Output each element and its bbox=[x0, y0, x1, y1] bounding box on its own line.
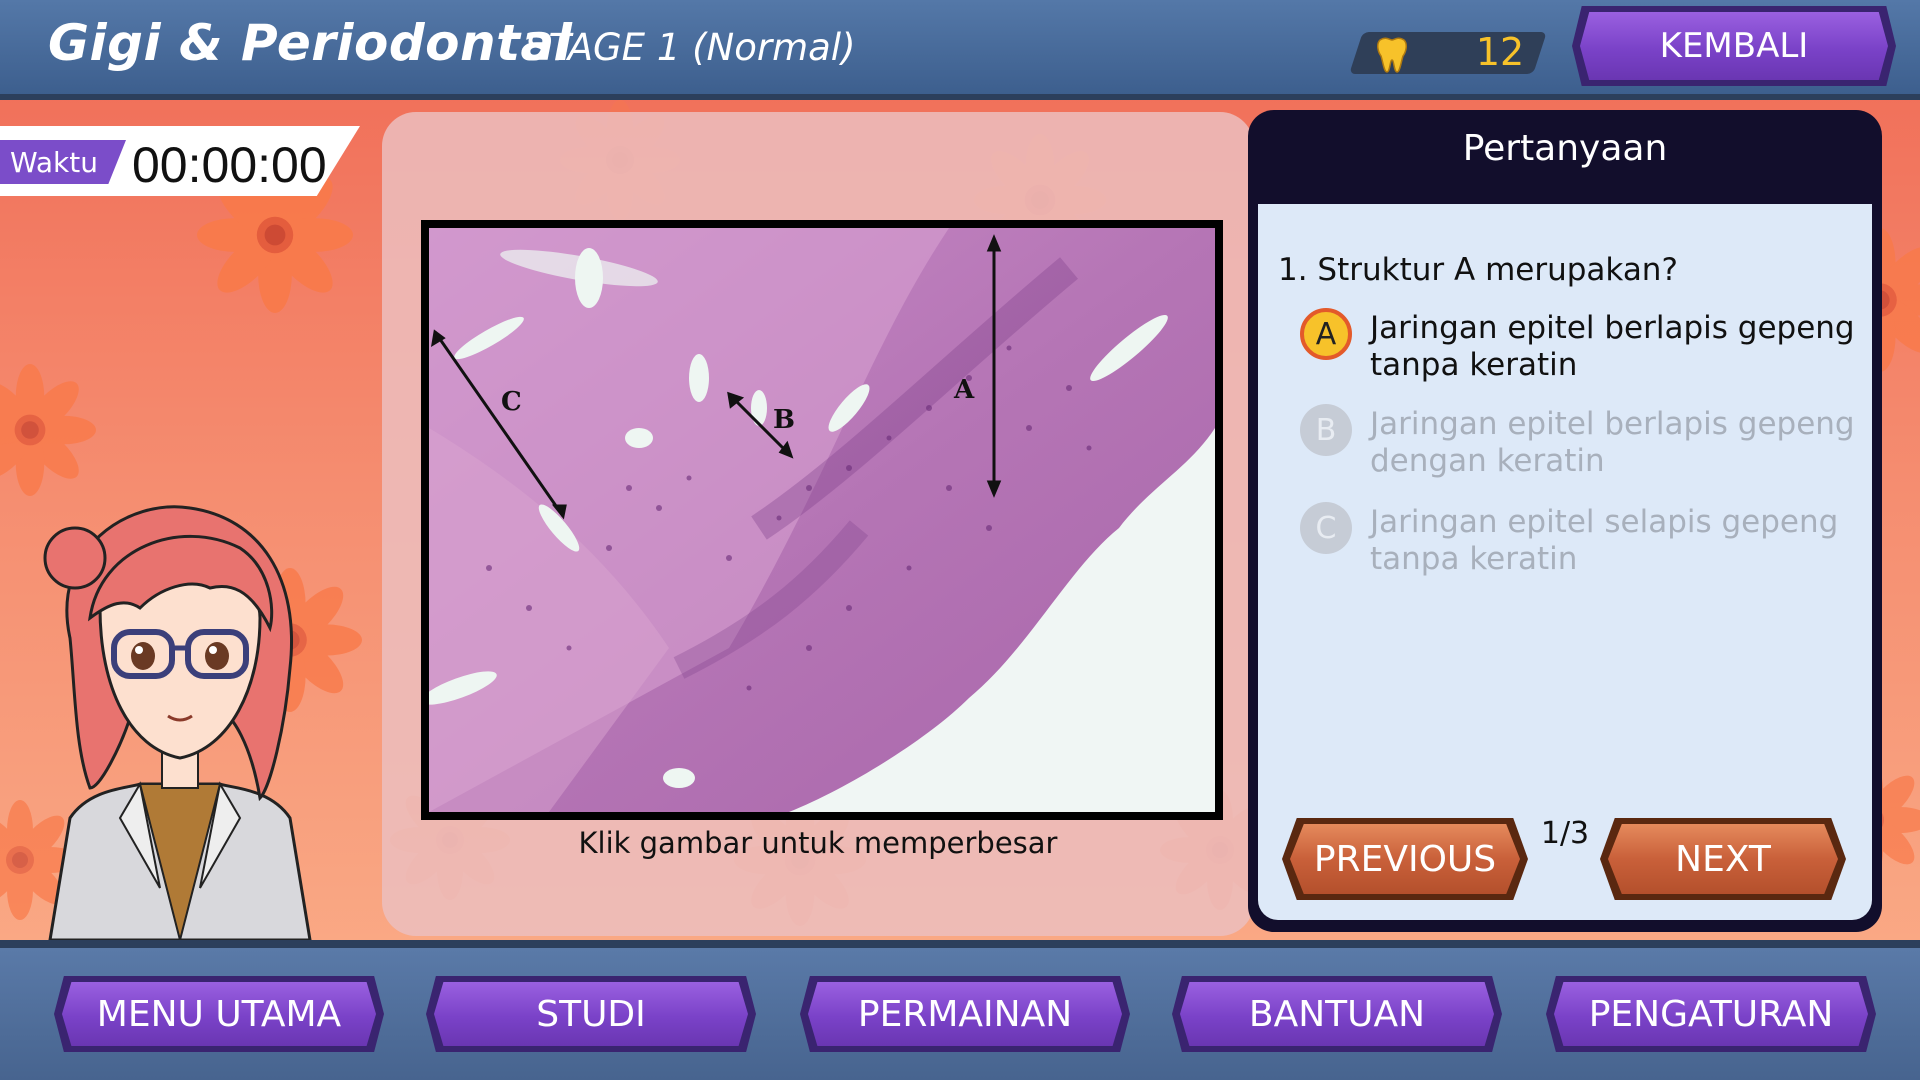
image-caption: Klik gambar untuk memperbesar bbox=[578, 826, 1058, 860]
question-text: 1. Struktur A merupakan? bbox=[1278, 252, 1678, 288]
nav-bantuan-button[interactable]: BANTUAN bbox=[1180, 982, 1494, 1046]
tooth-icon bbox=[1377, 37, 1407, 73]
option-b-text: Jaringan epitel berlapis gepeng dengan k… bbox=[1370, 406, 1855, 479]
label-a: A bbox=[953, 375, 975, 405]
nav-studi-button[interactable]: STUDI bbox=[434, 982, 748, 1046]
back-button[interactable]: KEMBALI bbox=[1580, 12, 1888, 80]
micrograph-image[interactable]: C B A bbox=[429, 228, 1215, 812]
label-b: B bbox=[773, 405, 795, 435]
option-c-text: Jaringan epitel selapis gepeng tanpa ker… bbox=[1370, 504, 1839, 577]
option-c[interactable]: C Jaringan epitel selapis gepeng tanpa k… bbox=[1300, 502, 1860, 582]
page-indicator: 1/3 bbox=[1540, 816, 1590, 851]
nav-permainan-button[interactable]: PERMAINAN bbox=[808, 982, 1122, 1046]
option-a-text: Jaringan epitel berlapis gepeng tanpa ke… bbox=[1370, 310, 1855, 383]
app-title: Gigi & Periodontal bbox=[48, 14, 573, 72]
option-b[interactable]: B Jaringan epitel berlapis gepeng dengan… bbox=[1300, 404, 1860, 484]
nav-menu-utama-button[interactable]: MENU UTAMA bbox=[62, 982, 376, 1046]
previous-button[interactable]: PREVIOUS bbox=[1290, 824, 1520, 894]
option-b-letter: B bbox=[1300, 404, 1352, 456]
label-c: C bbox=[501, 387, 522, 417]
timer: Waktu 00:00:00 bbox=[0, 126, 370, 198]
stage-label: STAGE 1 (Normal) bbox=[525, 26, 856, 69]
timer-value: 00:00:00 bbox=[132, 137, 327, 193]
option-c-letter: C bbox=[1300, 502, 1352, 554]
next-button[interactable]: NEXT bbox=[1608, 824, 1838, 894]
option-a-letter: A bbox=[1300, 308, 1352, 360]
question-panel-header: Pertanyaan bbox=[1462, 128, 1668, 169]
score-value: 12 bbox=[1475, 30, 1525, 74]
option-a[interactable]: A Jaringan epitel berlapis gepeng tanpa … bbox=[1300, 308, 1860, 388]
nav-pengaturan-button[interactable]: PENGATURAN bbox=[1554, 982, 1868, 1046]
histology-micrograph: C B A bbox=[429, 228, 1215, 812]
timer-label: Waktu bbox=[10, 146, 98, 179]
character-avatar bbox=[43, 505, 312, 940]
